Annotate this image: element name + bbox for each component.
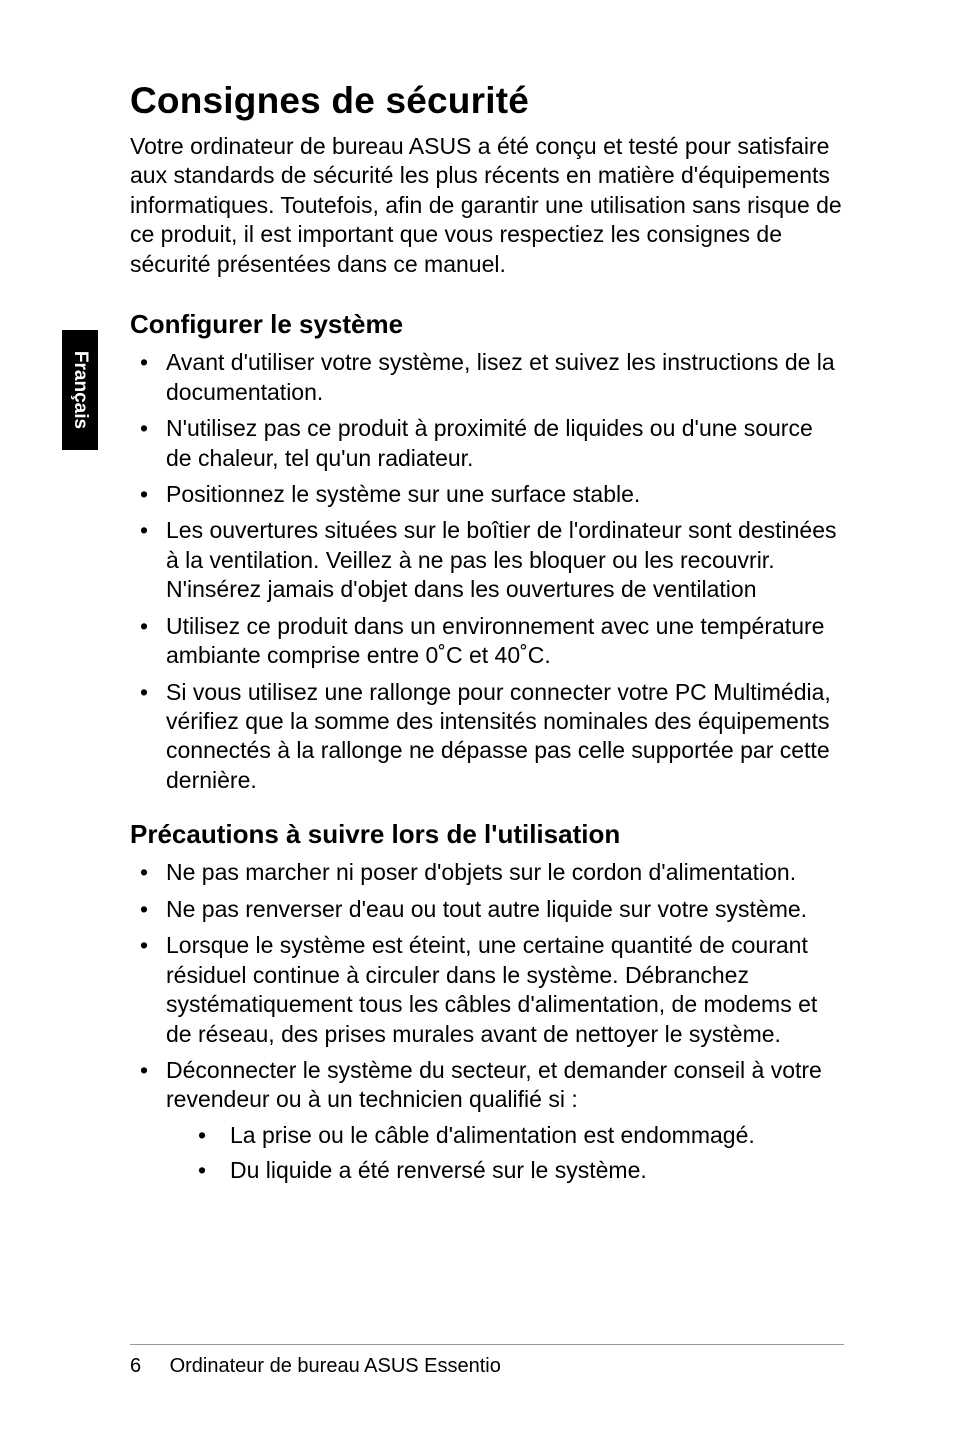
footer-text: Ordinateur de bureau ASUS Essentio: [170, 1355, 501, 1377]
list-item: Déconnecter le système du secteur, et de…: [130, 1056, 844, 1186]
intro-paragraph: Votre ordinateur de bureau ASUS a été co…: [130, 132, 844, 279]
list-item: Si vous utilisez une rallonge pour conne…: [130, 678, 844, 796]
list-item: Les ouvertures situées sur le boîtier de…: [130, 516, 844, 604]
language-side-label: Français: [69, 351, 91, 429]
list-item: Du liquide a été renversé sur le système…: [166, 1156, 844, 1185]
list-item: Ne pas marcher ni poser d'objets sur le …: [130, 858, 844, 887]
language-side-tab: Français: [62, 330, 98, 450]
list-item: N'utilisez pas ce produit à proximité de…: [130, 414, 844, 473]
page-footer: 6 Ordinateur de bureau ASUS Essentio: [130, 1344, 844, 1378]
list-item: Positionnez le système sur une surface s…: [130, 480, 844, 509]
configure-list: Avant d'utiliser votre système, lisez et…: [130, 348, 844, 795]
list-item: Utilisez ce produit dans un environnemen…: [130, 612, 844, 671]
precautions-sublist: La prise ou le câble d'alimentation est …: [166, 1121, 844, 1186]
page-title: Consignes de sécurité: [130, 80, 844, 122]
list-item: Ne pas renverser d'eau ou tout autre liq…: [130, 895, 844, 924]
list-item: Lorsque le système est éteint, une certa…: [130, 931, 844, 1049]
list-item: Avant d'utiliser votre système, lisez et…: [130, 348, 844, 407]
precautions-list: Ne pas marcher ni poser d'objets sur le …: [130, 858, 844, 1185]
list-item: La prise ou le câble d'alimentation est …: [166, 1121, 844, 1150]
page-number: 6: [130, 1355, 164, 1378]
list-item-text: Déconnecter le système du secteur, et de…: [166, 1057, 822, 1112]
section-heading-precautions: Précautions à suivre lors de l'utilisati…: [130, 819, 844, 850]
section-heading-configure: Configurer le système: [130, 309, 844, 340]
